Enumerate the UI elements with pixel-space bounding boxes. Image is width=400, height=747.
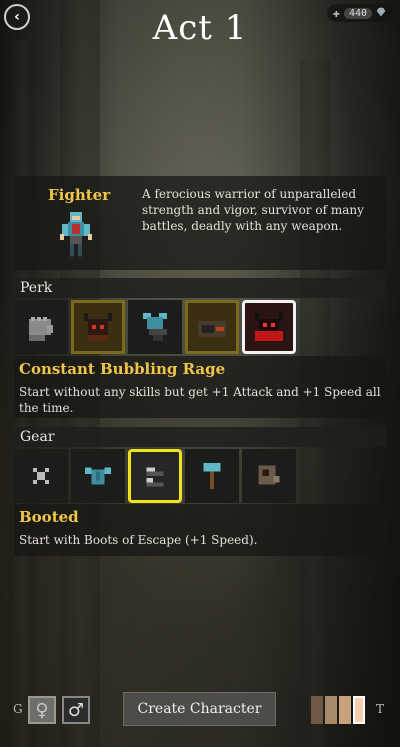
perk-slot-boot-chest[interactable]	[185, 300, 239, 354]
fist-icon	[29, 317, 53, 341]
skin-tone-swatch[interactable]	[311, 696, 323, 724]
gear-slot-scroll[interactable]	[242, 449, 296, 503]
gear-slot-boots[interactable]	[128, 449, 182, 503]
x-mark-icon	[33, 468, 49, 484]
perk-slots	[14, 300, 299, 354]
gender-label: G	[13, 702, 23, 716]
currency-display[interactable]: ✚ 440	[326, 4, 394, 22]
skin-tone-swatch[interactable]	[353, 696, 365, 724]
gear-heading: Gear	[14, 427, 386, 447]
boots-icon	[146, 467, 164, 487]
gear-slot-hammer[interactable]	[185, 449, 239, 503]
selected-gear-description: Start with Boots of Escape (+1 Speed).	[19, 533, 258, 547]
fighter-sprite-icon	[60, 212, 92, 260]
selected-gear-name: Booted	[19, 508, 79, 526]
male-button[interactable]: ♂	[62, 696, 90, 724]
create-character-button[interactable]: Create Character	[123, 692, 276, 726]
gem-icon	[376, 7, 386, 20]
currency-amount: 440	[343, 7, 372, 19]
female-button[interactable]: ♀	[28, 696, 56, 724]
perk-heading: Perk	[14, 278, 386, 298]
gear-slot-none[interactable]	[14, 449, 68, 503]
armor-icon	[85, 467, 111, 485]
selected-perk-name: Constant Bubbling Rage	[19, 360, 226, 378]
male-icon: ♂	[67, 699, 85, 721]
skin-tone-picker	[311, 696, 365, 724]
tone-label: T	[376, 702, 385, 716]
perk-detail-panel: Constant Bubbling Rage Start without any…	[14, 356, 386, 418]
horned-demon-icon	[84, 313, 112, 341]
scroll-icon	[258, 465, 280, 485]
hero-name: Fighter	[48, 186, 111, 204]
add-currency-icon: ✚	[332, 6, 340, 20]
gear-slot-armor[interactable]	[71, 449, 125, 503]
gear-detail-panel: Booted Start with Boots of Escape (+1 Sp…	[14, 504, 386, 556]
skin-tone-swatch[interactable]	[339, 696, 351, 724]
hammer-icon	[203, 463, 221, 489]
gear-slots	[14, 449, 299, 503]
red-demon-icon	[255, 313, 283, 341]
selected-perk-description: Start without any skills but get +1 Atta…	[19, 385, 381, 415]
hero-description: A ferocious warrior of unparalleled stre…	[142, 187, 364, 233]
perk-slot-red-demon[interactable]	[242, 300, 296, 354]
skin-tone-swatch[interactable]	[325, 696, 337, 724]
hero-panel: Fighter A ferocious warrior of unparalle…	[14, 176, 386, 270]
boot-chest-icon	[198, 321, 226, 337]
female-icon: ♀	[35, 699, 49, 721]
perk-slot-armor-anvil[interactable]	[128, 300, 182, 354]
perk-slot-fist[interactable]	[14, 300, 68, 354]
armor-anvil-icon	[143, 313, 167, 341]
perk-slot-horned-demon[interactable]	[71, 300, 125, 354]
